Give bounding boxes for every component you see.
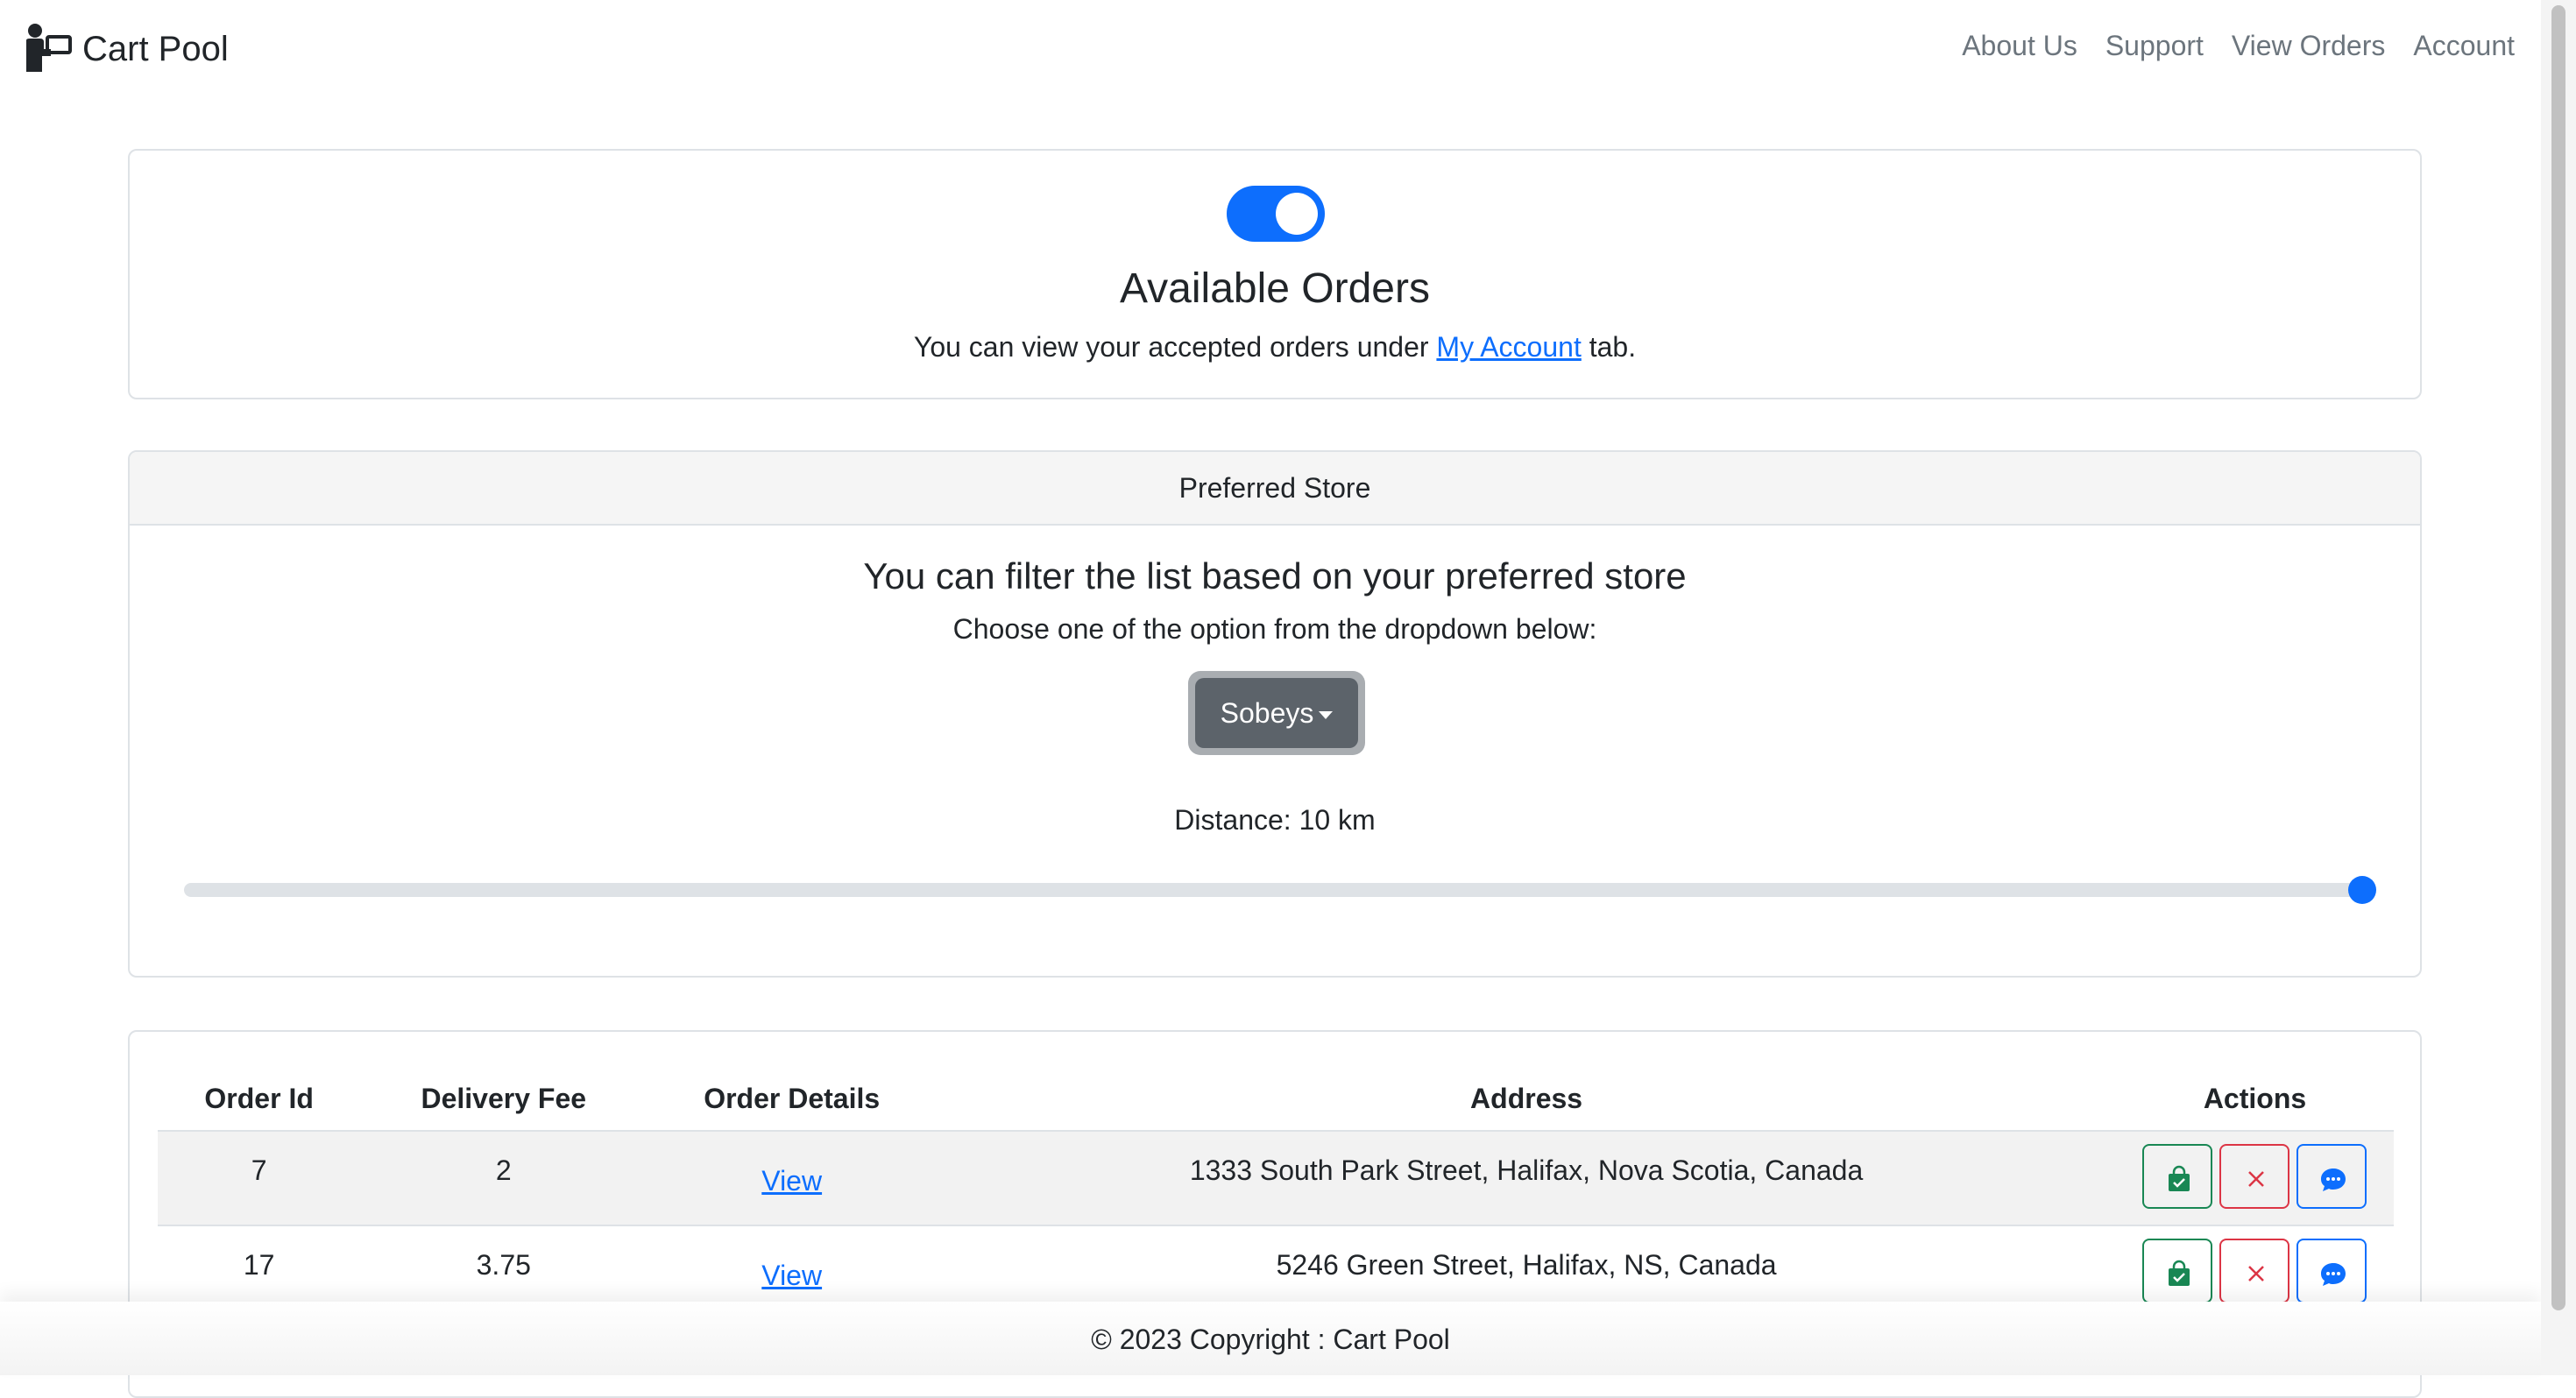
nav-account[interactable]: Account	[2413, 30, 2515, 62]
actions-cell	[2115, 1131, 2394, 1226]
brand-name: Cart Pool	[82, 29, 229, 68]
col-order-details: Order Details	[647, 1067, 938, 1132]
my-account-link[interactable]: My Account	[1436, 331, 1581, 363]
chat-button[interactable]	[2296, 1144, 2367, 1209]
distance-slider[interactable]	[184, 876, 2376, 904]
store-dropdown-focus: Sobeys	[1188, 671, 1365, 755]
delivery-person-icon	[25, 23, 72, 76]
nav-view-orders[interactable]: View Orders	[2232, 30, 2385, 62]
page-title: Available Orders	[1120, 265, 1430, 312]
availability-description: You can view your accepted orders under …	[130, 331, 2420, 364]
orders-table: Order Id Delivery Fee Order Details Addr…	[158, 1067, 2394, 1321]
chat-button[interactable]	[2296, 1239, 2367, 1303]
navbar: Cart Pool About Us Support View Orders A…	[0, 0, 2541, 98]
view-order-link[interactable]: View	[761, 1165, 822, 1197]
store-dropdown[interactable]: Sobeys	[1195, 678, 1358, 748]
chat-icon	[2321, 1263, 2346, 1286]
brand[interactable]: Cart Pool	[25, 21, 229, 77]
description-suffix: tab.	[1581, 331, 1637, 363]
col-address: Address	[937, 1067, 2116, 1132]
accept-order-button[interactable]	[2142, 1239, 2213, 1303]
chat-icon	[2321, 1169, 2346, 1191]
toggle-knob	[1276, 193, 1318, 235]
order-details-cell: View	[647, 1131, 938, 1226]
availability-toggle[interactable]	[1227, 186, 1325, 242]
address-cell: 1333 South Park Street, Halifax, Nova Sc…	[937, 1131, 2116, 1226]
filter-heading: You can filter the list based on your pr…	[863, 555, 1687, 597]
col-order-id: Order Id	[158, 1067, 361, 1132]
col-delivery-fee: Delivery Fee	[360, 1067, 648, 1132]
view-order-link[interactable]: View	[761, 1260, 822, 1292]
distance-label: Distance: 10 km	[1174, 804, 1376, 836]
nav-about-us[interactable]: About Us	[1962, 30, 2077, 62]
shopping-bag-check-icon	[2169, 1165, 2190, 1191]
availability-card: Available Orders You can view your accep…	[128, 149, 2422, 399]
scrollbar-thumb[interactable]	[2551, 5, 2565, 1310]
close-icon	[2248, 1171, 2265, 1187]
footer: © 2023 Copyright : Cart Pool	[0, 1302, 2541, 1375]
nav-support[interactable]: Support	[2105, 30, 2204, 62]
table-row: 7 2 View 1333 South Park Street, Halifax…	[158, 1131, 2394, 1226]
reject-order-button[interactable]	[2219, 1144, 2290, 1209]
order-id-cell: 7	[158, 1131, 361, 1226]
preferred-store-card: Preferred Store You can filter the list …	[128, 450, 2422, 978]
table-header-row: Order Id Delivery Fee Order Details Addr…	[158, 1067, 2394, 1132]
col-actions: Actions	[2115, 1067, 2394, 1132]
delivery-fee-cell: 2	[360, 1131, 648, 1226]
store-dropdown-label: Sobeys	[1220, 697, 1314, 729]
slider-thumb[interactable]	[2348, 876, 2376, 904]
description-text: You can view your accepted orders under	[913, 331, 1437, 363]
close-icon	[2248, 1266, 2265, 1282]
copyright-text: © 2023 Copyright : Cart Pool	[1091, 1324, 1450, 1355]
accept-order-button[interactable]	[2142, 1144, 2213, 1209]
filter-instructions: Choose one of the option from the dropdo…	[952, 613, 1597, 645]
shopping-bag-check-icon	[2169, 1260, 2190, 1286]
reject-order-button[interactable]	[2219, 1239, 2290, 1303]
page-scrollbar[interactable]	[2541, 0, 2576, 1375]
card-header: Preferred Store	[130, 452, 2420, 526]
caret-down-icon	[1319, 711, 1334, 719]
nav-links: About Us Support View Orders Account	[1962, 30, 2515, 62]
